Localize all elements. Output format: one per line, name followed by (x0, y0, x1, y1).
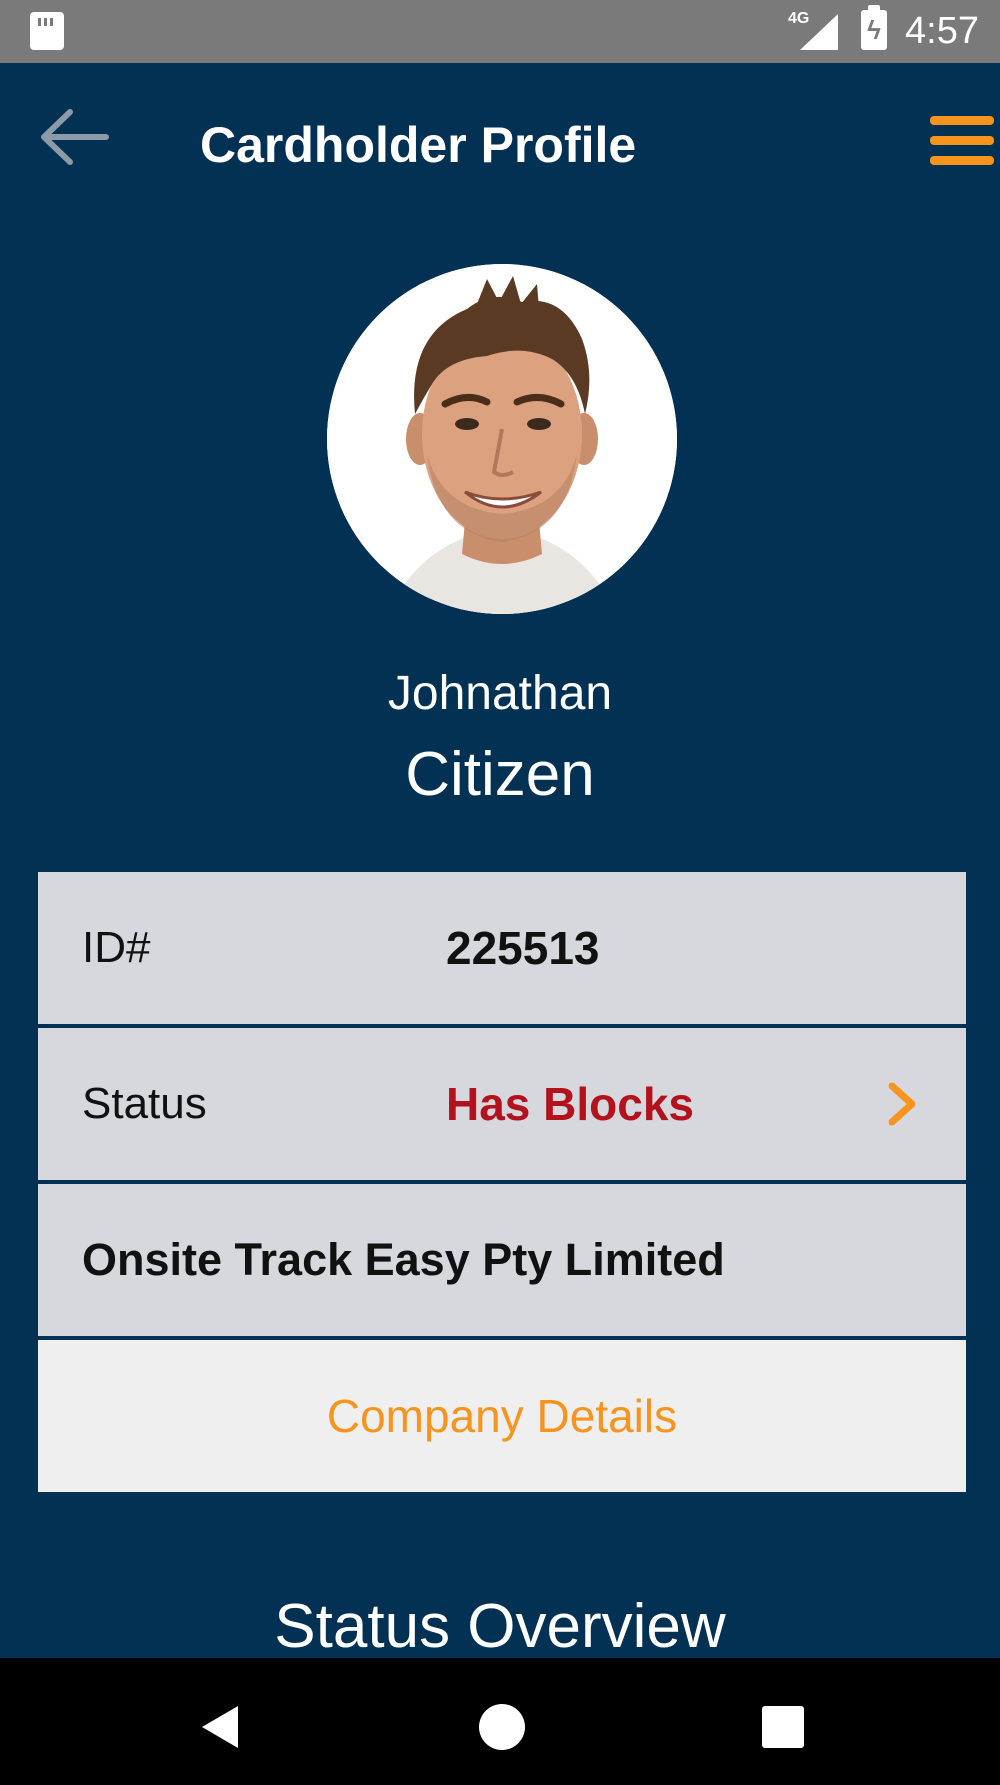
status-overview-heading: Status Overview (274, 1592, 726, 1661)
cardholder-last-name: Citizen (405, 740, 595, 809)
page-title: Cardholder Profile (200, 117, 637, 173)
arrow-left-icon (41, 109, 109, 165)
info-card: ID# 225513 Status Has Blocks Onsite Trac… (38, 872, 966, 1492)
status-label: Status (82, 1079, 207, 1128)
nav-home-icon[interactable] (479, 1704, 525, 1750)
company-name: Onsite Track Easy Pty Limited (82, 1234, 725, 1285)
back-button[interactable] (36, 102, 112, 172)
status-time: 4:57 (905, 10, 979, 52)
profile-photo (327, 264, 677, 614)
id-label: ID# (82, 923, 151, 972)
company-details-button[interactable]: Company Details (38, 1340, 966, 1492)
status-bar: 4G ϟ 4:57 (0, 0, 1000, 63)
hamburger-menu-icon-bar (930, 136, 994, 145)
battery-charging-icon: ϟ (861, 5, 887, 50)
menu-button[interactable] (930, 112, 994, 172)
signal-icon (800, 14, 838, 50)
hamburger-menu-icon (930, 116, 994, 125)
id-row: ID# 225513 (38, 872, 966, 1028)
id-value: 225513 (446, 922, 600, 974)
hamburger-menu-icon-bar (930, 156, 994, 165)
cardholder-first-name: Johnathan (387, 667, 613, 720)
sd-card-icon (30, 12, 64, 50)
nav-back-icon[interactable] (200, 1704, 240, 1750)
chevron-right-icon (888, 1082, 916, 1126)
status-row[interactable]: Status Has Blocks (38, 1028, 966, 1184)
nav-recents-icon[interactable] (762, 1706, 804, 1748)
company-row: Onsite Track Easy Pty Limited (38, 1184, 966, 1340)
avatar (327, 264, 677, 614)
status-value: Has Blocks (446, 1078, 695, 1130)
